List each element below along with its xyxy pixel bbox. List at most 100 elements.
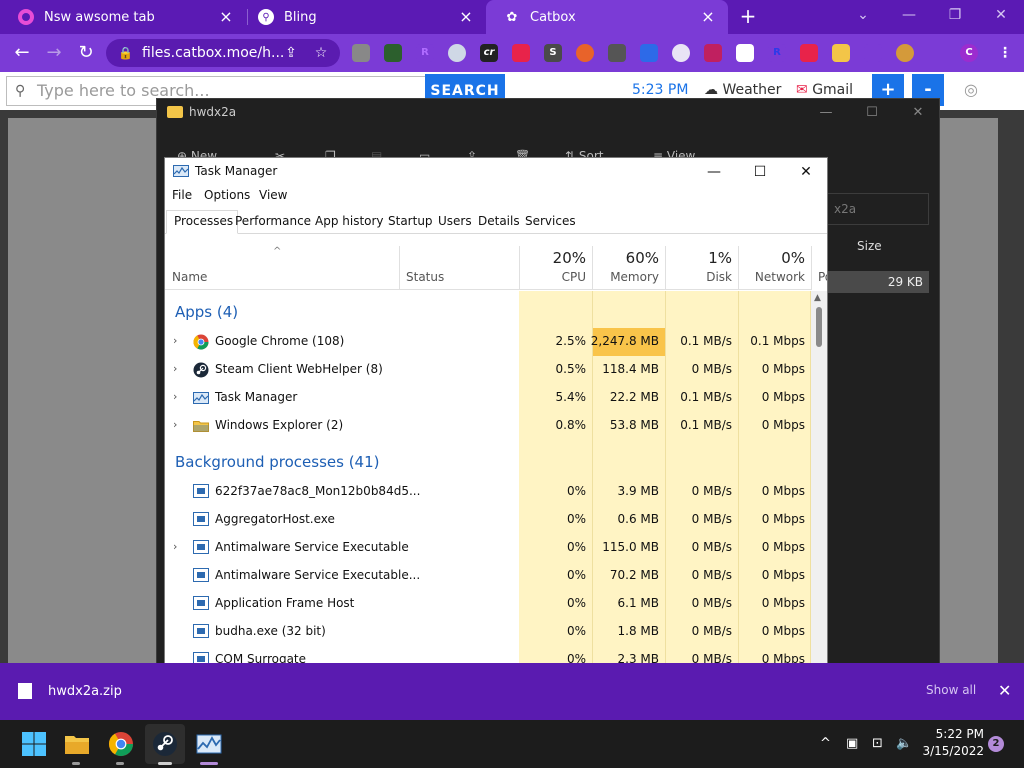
close-download-bar-icon[interactable]: ✕ — [998, 681, 1011, 700]
extension-icon[interactable] — [512, 44, 530, 62]
taskbar-clock[interactable]: 5:22 PM 3/15/2022 — [918, 726, 984, 760]
disk-column-header[interactable]: 1% Disk — [665, 246, 738, 290]
menu-dots-icon[interactable]: ⋮ — [996, 44, 1014, 62]
extension-icon[interactable] — [640, 44, 658, 62]
process-row-chrome[interactable]: › Google Chrome (108) 2.5% 2,247.8 MB 0.… — [165, 328, 811, 356]
expand-chevron-icon[interactable]: › — [173, 362, 177, 375]
tm-close-button[interactable]: ✕ — [783, 158, 827, 186]
close-window-button[interactable]: ✕ — [978, 0, 1024, 34]
cpu-column-header[interactable]: 20% CPU — [519, 246, 592, 290]
windows-start-icon[interactable] — [20, 730, 48, 758]
extension-icon[interactable]: R — [768, 44, 786, 62]
explorer-close-button[interactable]: ✕ — [895, 103, 941, 129]
close-tab-icon[interactable]: × — [700, 9, 716, 25]
tab-bling[interactable]: ⚲ Bling × — [240, 0, 486, 34]
scrollbar-thumb[interactable] — [816, 307, 822, 347]
extension-icon[interactable] — [448, 44, 466, 62]
file-explorer-taskbar-icon[interactable] — [63, 730, 91, 758]
expand-chevron-icon[interactable]: › — [173, 540, 177, 553]
background-group-header[interactable]: Background processes (41) — [175, 453, 380, 471]
extension-icon[interactable]: cr — [480, 44, 498, 62]
tab-details[interactable]: Details — [478, 214, 520, 228]
volume-icon[interactable]: 🔈 — [896, 736, 912, 751]
restore-button[interactable]: ❐ — [932, 0, 978, 34]
name-column-header[interactable]: ^ Name — [165, 246, 399, 290]
new-tab-button[interactable]: + — [738, 6, 758, 26]
apps-group-header[interactable]: Apps (4) — [175, 303, 238, 321]
extension-icon[interactable]: R — [416, 44, 434, 62]
vertical-scrollbar[interactable]: ▲ ▼ — [811, 291, 827, 683]
forward-button[interactable]: → — [42, 41, 66, 65]
extension-icon[interactable] — [864, 44, 882, 62]
tab-app-history[interactable]: App history — [315, 214, 384, 228]
bookmark-star-icon[interactable]: ☆ — [312, 44, 330, 62]
download-item[interactable]: hwdx2a.zip — [18, 683, 122, 699]
tab-users[interactable]: Users — [438, 214, 472, 228]
expand-chevron-icon[interactable]: › — [173, 334, 177, 347]
reload-button[interactable]: ↻ — [74, 41, 98, 65]
tab-startup[interactable]: Startup — [388, 214, 433, 228]
profile-avatar[interactable]: C — [960, 44, 978, 62]
puzzle-extensions-icon[interactable] — [928, 44, 946, 62]
back-button[interactable]: ← — [10, 41, 34, 65]
tab-services[interactable]: Services — [525, 214, 576, 228]
tab-processes[interactable]: Processes — [166, 210, 239, 234]
extension-icon[interactable] — [576, 44, 594, 62]
explorer-maximize-button[interactable]: ☐ — [849, 103, 895, 129]
tray-overflow-chevron-icon[interactable]: ^ — [820, 736, 831, 751]
hide-eye-icon[interactable]: ◎ — [964, 80, 978, 99]
tab-nsw-awsome[interactable]: Nsw awsome tab × — [0, 0, 246, 34]
menu-options[interactable]: Options — [204, 188, 250, 202]
extension-icon[interactable] — [704, 44, 722, 62]
size-column-header[interactable]: Size — [857, 239, 882, 253]
extension-icon[interactable] — [800, 44, 818, 62]
power-column-header[interactable]: Po — [811, 246, 827, 290]
tab-search-dropdown-icon[interactable]: ⌄ — [840, 0, 886, 34]
tab-catbox[interactable]: ✿ Catbox × — [486, 0, 728, 34]
extension-icon[interactable] — [352, 44, 370, 62]
show-all-downloads-link[interactable]: Show all — [926, 683, 976, 697]
steam-taskbar-icon[interactable] — [151, 730, 179, 758]
share-icon[interactable]: ⇪ — [282, 44, 300, 62]
tm-maximize-button[interactable]: ☐ — [737, 158, 783, 186]
extension-icon[interactable] — [384, 44, 402, 62]
process-row[interactable]: › Antimalware Service Executable 0% 115.… — [165, 534, 811, 562]
weather-link[interactable]: ☁ Weather — [704, 82, 781, 98]
address-bar[interactable]: 🔒 files.catbox.moe/h... — [106, 39, 340, 67]
process-row[interactable]: budha.exe (32 bit) 0% 1.8 MB 0 MB/s 0 Mb… — [165, 618, 811, 646]
process-row[interactable]: AggregatorHost.exe 0% 0.6 MB 0 MB/s 0 Mb… — [165, 506, 811, 534]
network-column-header[interactable]: 0% Network — [738, 246, 811, 290]
process-row-windows-explorer[interactable]: › Windows Explorer (2) 0.8% 53.8 MB 0.1 … — [165, 412, 811, 440]
chrome-taskbar-icon[interactable] — [107, 730, 135, 758]
memory-column-header[interactable]: 60% Memory — [592, 246, 665, 290]
extension-icon[interactable] — [608, 44, 626, 62]
minimize-button[interactable]: — — [886, 0, 932, 34]
explorer-minimize-button[interactable]: — — [803, 103, 849, 129]
expand-chevron-icon[interactable]: › — [173, 418, 177, 431]
extension-icon[interactable] — [896, 44, 914, 62]
extension-icon[interactable] — [672, 44, 690, 62]
close-tab-icon[interactable]: × — [458, 9, 474, 25]
process-row[interactable]: Application Frame Host 0% 6.1 MB 0 MB/s … — [165, 590, 811, 618]
menu-view[interactable]: View — [259, 188, 287, 202]
process-row-task-manager[interactable]: › Task Manager 5.4% 22.2 MB 0.1 MB/s 0 M… — [165, 384, 811, 412]
tray-app-icon[interactable]: ▣ — [846, 736, 858, 751]
close-tab-icon[interactable]: × — [218, 9, 234, 25]
tab-performance[interactable]: Performance — [235, 214, 311, 228]
network-icon[interactable]: ⊡ — [872, 736, 883, 751]
extension-icon[interactable] — [736, 44, 754, 62]
extension-icon[interactable] — [832, 44, 850, 62]
expand-chevron-icon[interactable]: › — [173, 390, 177, 403]
extension-icon[interactable]: S — [544, 44, 562, 62]
explorer-search-input[interactable]: x2a — [827, 193, 929, 225]
process-row-steam[interactable]: › Steam Client WebHelper (8) 0.5% 118.4 … — [165, 356, 811, 384]
process-row[interactable]: Antimalware Service Executable... 0% 70.… — [165, 562, 811, 590]
scroll-up-arrow-icon[interactable]: ▲ — [814, 293, 821, 303]
notification-badge[interactable]: 2 — [988, 736, 1004, 752]
menu-file[interactable]: File — [172, 188, 192, 202]
process-row[interactable]: 622f37ae78ac8_Mon12b0b84d5... 0% 3.9 MB … — [165, 478, 811, 506]
status-column-header[interactable]: Status — [399, 246, 519, 290]
gmail-link[interactable]: ✉ Gmail — [796, 82, 853, 98]
task-manager-taskbar-icon[interactable] — [195, 730, 223, 758]
tm-minimize-button[interactable]: — — [691, 158, 737, 186]
